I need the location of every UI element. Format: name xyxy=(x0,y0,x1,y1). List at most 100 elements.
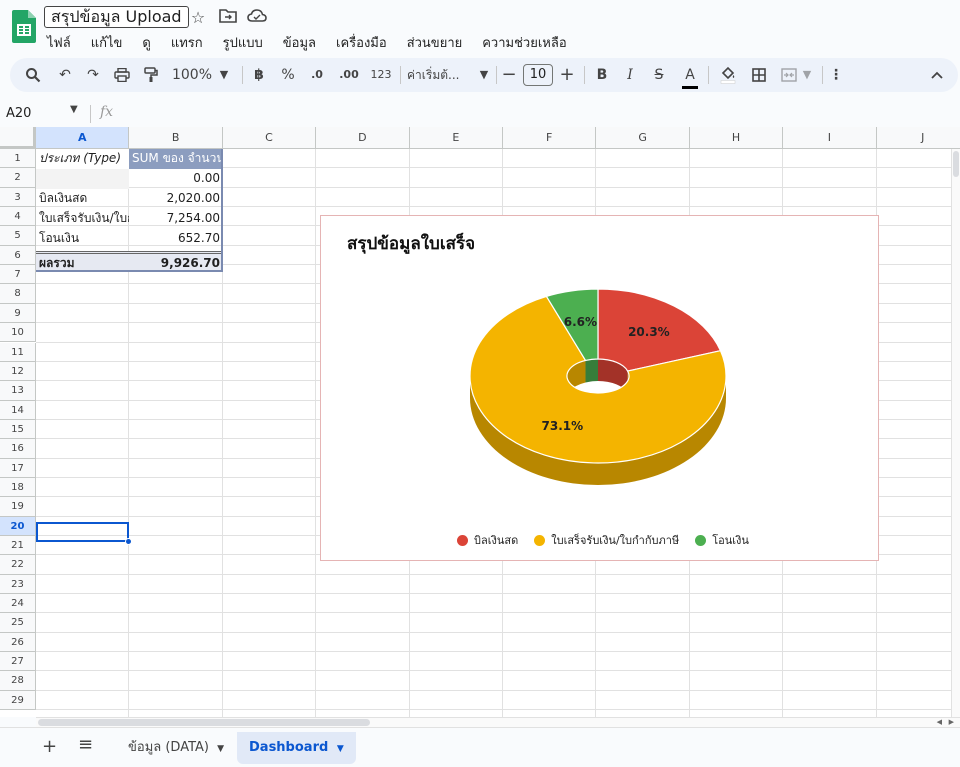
percent-format-button[interactable]: % xyxy=(278,58,298,92)
column-header-h[interactable]: H xyxy=(689,127,784,149)
menu-help[interactable]: ความช่วยเหลือ xyxy=(479,30,569,55)
row-header-16[interactable]: 16 xyxy=(0,439,36,459)
row-header-27[interactable]: 27 xyxy=(0,652,36,672)
row-header-14[interactable]: 14 xyxy=(0,400,36,420)
star-icon[interactable]: ☆ xyxy=(188,8,208,28)
currency-format-button[interactable]: ฿ xyxy=(250,58,268,92)
row-header-10[interactable]: 10 xyxy=(0,323,36,343)
column-header-e[interactable]: E xyxy=(409,127,503,149)
more-options-icon[interactable]: ⋮ xyxy=(826,58,846,92)
column-header-g[interactable]: G xyxy=(596,127,690,149)
vertical-scrollbar[interactable] xyxy=(951,149,960,719)
decrease-font-size-icon[interactable]: − xyxy=(500,58,518,92)
selected-cell[interactable] xyxy=(36,522,129,542)
cloud-status-icon[interactable] xyxy=(247,8,267,28)
pivot-header-sum[interactable]: SUM ของ จำนวน xyxy=(129,149,223,169)
pivot-row-label[interactable]: บิลเงินสด xyxy=(36,189,129,209)
sheet-tab-dropdown-icon[interactable]: ▼ xyxy=(337,744,344,754)
row-header-23[interactable]: 23 xyxy=(0,574,36,595)
name-box-dropdown-icon[interactable]: ▼ xyxy=(70,104,78,115)
row-header-6[interactable]: 6 xyxy=(0,245,36,266)
row-header-26[interactable]: 26 xyxy=(0,632,36,653)
more-formats-button[interactable]: 123 xyxy=(366,58,396,92)
column-header-f[interactable]: F xyxy=(503,127,597,149)
row-header-24[interactable]: 24 xyxy=(0,594,36,614)
column-header-a[interactable]: A xyxy=(36,127,130,149)
move-folder-icon[interactable] xyxy=(218,8,238,28)
pivot-total-value[interactable]: 9,926.70 xyxy=(129,251,223,271)
sheet-tab-data[interactable]: ข้อมูล (DATA) ▼ xyxy=(116,732,236,764)
pie-chart[interactable]: สรุปข้อมูลใบเสร็จ 20.3% 73.1% 6.6% บิลเงิน… xyxy=(320,215,879,561)
row-header-13[interactable]: 13 xyxy=(0,381,36,401)
fill-color-icon[interactable] xyxy=(716,58,740,92)
select-all-corner[interactable] xyxy=(0,127,36,149)
collapse-menus-icon[interactable] xyxy=(926,58,948,92)
menu-extensions[interactable]: ส่วนขยาย xyxy=(404,30,466,55)
row-header-5[interactable]: 5 xyxy=(0,226,36,246)
row-header-8[interactable]: 8 xyxy=(0,284,36,304)
scroll-left-icon[interactable]: ◀ xyxy=(937,718,942,726)
menu-view[interactable]: ดู xyxy=(139,30,153,55)
paint-format-icon[interactable] xyxy=(140,58,162,92)
undo-icon[interactable]: ↶ xyxy=(54,58,76,92)
zoom-dropdown-icon[interactable]: ▼ xyxy=(216,58,232,92)
sheet-tab-dashboard[interactable]: Dashboard ▼ xyxy=(237,732,356,764)
name-box[interactable]: A20 xyxy=(6,106,31,121)
menu-edit[interactable]: แก้ไข xyxy=(88,30,126,55)
font-size-input[interactable]: 10 xyxy=(523,64,553,86)
merge-dropdown-icon[interactable]: ▼ xyxy=(800,58,814,92)
bold-button[interactable]: B xyxy=(592,58,612,92)
column-header-d[interactable]: D xyxy=(316,127,410,149)
horizontal-scrollbar[interactable]: ◀ ▶ xyxy=(36,717,960,727)
zoom-select[interactable]: 100% xyxy=(170,58,214,92)
horizontal-scroll-thumb[interactable] xyxy=(38,719,370,726)
font-family-select[interactable]: ค่าเริ่มต้... xyxy=(407,58,475,92)
row-header-1[interactable]: 1 xyxy=(0,149,36,169)
row-header-9[interactable]: 9 xyxy=(0,303,36,324)
row-header-29[interactable]: 29 xyxy=(0,690,36,711)
row-header-21[interactable]: 21 xyxy=(0,536,36,556)
fill-handle[interactable] xyxy=(125,538,132,545)
menu-file[interactable]: ไฟล์ xyxy=(44,30,74,55)
pivot-total-label[interactable]: ผลรวม xyxy=(36,251,129,271)
search-menus-icon[interactable] xyxy=(22,58,44,92)
sheet-tab-dropdown-icon[interactable]: ▼ xyxy=(217,744,224,754)
pivot-header-type[interactable]: ประเภท (Type) xyxy=(36,149,129,169)
menu-format[interactable]: รูปแบบ xyxy=(220,30,266,55)
pivot-row-label[interactable]: โอนเงิน xyxy=(36,229,129,249)
pivot-row-label[interactable]: ใบเสร็จรับเงิน/ใบกำกับภาษี xyxy=(36,209,129,229)
pivot-row-value[interactable]: 652.70 xyxy=(129,229,223,249)
row-header-2[interactable]: 2 xyxy=(0,168,36,188)
menu-insert[interactable]: แทรก xyxy=(168,30,206,55)
text-color-button[interactable]: A xyxy=(678,58,702,92)
scroll-right-icon[interactable]: ▶ xyxy=(949,718,954,726)
all-sheets-icon[interactable]: ≡ xyxy=(78,734,93,755)
row-header-4[interactable]: 4 xyxy=(0,207,36,227)
decrease-decimal-button[interactable]: .0 xyxy=(306,58,328,92)
increase-font-size-icon[interactable]: + xyxy=(558,58,576,92)
pivot-row-value[interactable]: 7,254.00 xyxy=(129,209,223,229)
row-header-15[interactable]: 15 xyxy=(0,419,36,440)
row-header-11[interactable]: 11 xyxy=(0,342,36,362)
row-header-19[interactable]: 19 xyxy=(0,497,36,517)
document-title[interactable]: สรุปข้อมูล Upload xyxy=(44,6,189,28)
font-dropdown-icon[interactable]: ▼ xyxy=(476,58,492,92)
row-header-12[interactable]: 12 xyxy=(0,361,36,382)
add-sheet-icon[interactable]: + xyxy=(42,736,57,757)
row-header-17[interactable]: 17 xyxy=(0,458,36,478)
row-header-7[interactable]: 7 xyxy=(0,265,36,285)
borders-icon[interactable] xyxy=(748,58,770,92)
menu-tools[interactable]: เครื่องมือ xyxy=(333,30,390,55)
sheets-logo-icon[interactable] xyxy=(12,10,36,43)
redo-icon[interactable]: ↷ xyxy=(82,58,104,92)
print-icon[interactable] xyxy=(111,58,133,92)
menu-data[interactable]: ข้อมูล xyxy=(280,30,319,55)
pivot-row-value[interactable]: 2,020.00 xyxy=(129,189,223,209)
vertical-scroll-thumb[interactable] xyxy=(953,151,959,177)
row-header-22[interactable]: 22 xyxy=(0,555,36,575)
column-header-j[interactable]: J xyxy=(876,127,960,149)
row-header-25[interactable]: 25 xyxy=(0,613,36,633)
row-header-28[interactable]: 28 xyxy=(0,671,36,691)
italic-button[interactable]: I xyxy=(620,58,640,92)
strikethrough-button[interactable]: S xyxy=(649,58,669,92)
